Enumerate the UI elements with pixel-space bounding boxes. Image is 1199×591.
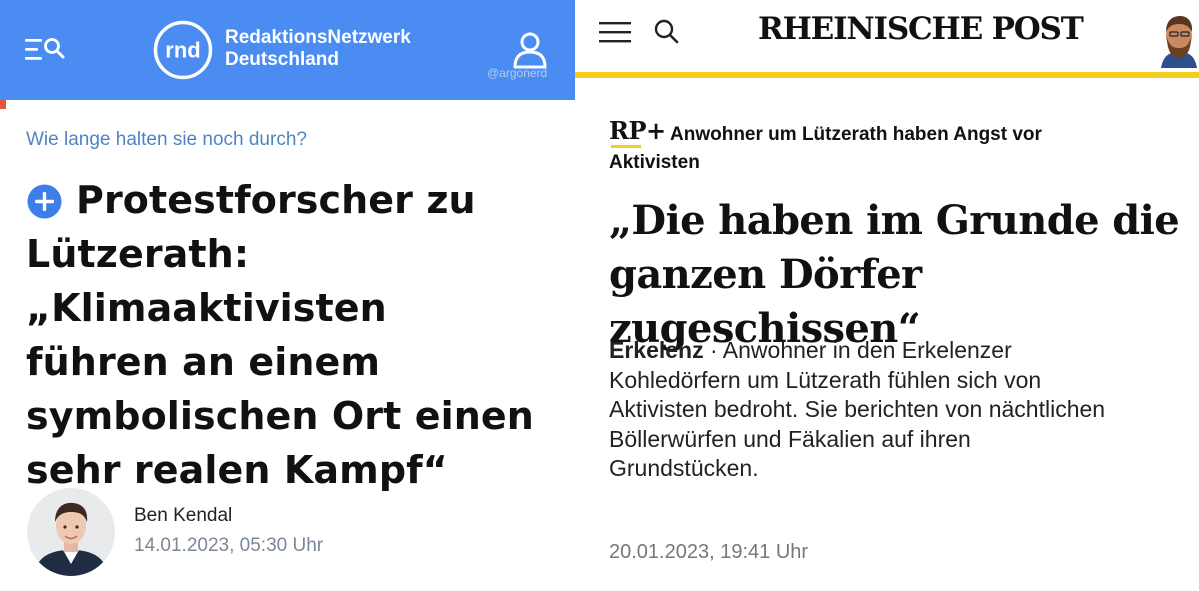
- article-headline[interactable]: Protestforscher zu Lützerath: „Klimaakti…: [26, 173, 566, 497]
- teaser-line-1: Anwohner in den Erkelenzer: [722, 337, 1012, 363]
- author-name[interactable]: Ben Kendal: [134, 505, 232, 527]
- teaser-line-3: Aktivisten bedroht. Sie berichten von nä…: [609, 396, 1106, 422]
- rnd-brand-line1: RedaktionsNetzwerk: [225, 27, 411, 48]
- rnd-header: rnd RedaktionsNetzwerk Deutschland @argo…: [0, 0, 575, 100]
- teaser-location: Erkelenz: [609, 337, 704, 363]
- rnd-brand-line2: Deutschland: [225, 49, 340, 70]
- article-kicker[interactable]: Anwohner um Lützerath haben Angst vor Ak…: [609, 121, 1129, 177]
- rnd-logo[interactable]: rnd: [153, 20, 213, 80]
- article-headline[interactable]: „Die haben im Grunde die ganzen Dörfer z…: [609, 194, 1189, 356]
- kicker-line-1: Anwohner um Lützerath haben Angst vor: [670, 124, 1042, 145]
- search-icon[interactable]: [653, 18, 679, 44]
- user-icon[interactable]: [512, 30, 548, 70]
- teaser-separator: ·: [703, 337, 723, 363]
- hamburger-menu-icon[interactable]: [599, 20, 631, 44]
- accent-bar: [0, 100, 6, 109]
- headline-line-5: sehr realen Kampf“: [26, 448, 448, 492]
- rnd-article-panel: rnd RedaktionsNetzwerk Deutschland @argo…: [0, 0, 575, 591]
- teaser-line-5: Grundstücken.: [609, 455, 759, 481]
- rnd-brand-name: RedaktionsNetzwerk Deutschland: [225, 27, 411, 71]
- headline-line-3: führen an einem: [26, 340, 381, 384]
- teaser-line-4: Böllerwürfen und Fäkalien auf ihren: [609, 425, 971, 452]
- kicker-line-2: Aktivisten: [609, 152, 700, 173]
- teaser-line-2: Kohledörfern um Lützerath fühlen sich vo…: [609, 366, 1042, 393]
- article-teaser: Erkelenz · Anwohner in den Erkelenzer Ko…: [609, 336, 1189, 484]
- headline-line-4: symbolischen Ort einen: [26, 394, 534, 438]
- rp-article-panel: RHEINISCHE POST RP+ Anwohner um Lützerat…: [575, 0, 1199, 591]
- article-kicker[interactable]: Wie lange halten sie noch durch?: [26, 129, 307, 151]
- headline-line-1: Protestforscher zu: [76, 178, 476, 222]
- headline-line-2: Lützerath: „Klimaaktivisten: [26, 232, 387, 330]
- menu-search-icon[interactable]: [24, 36, 66, 64]
- publish-date: 20.01.2023, 19:41 Uhr: [609, 541, 809, 563]
- rnd-logo-text: rnd: [165, 38, 200, 63]
- publish-date: 14.01.2023, 05:30 Uhr: [134, 535, 324, 556]
- headline-line-1: „Die haben im Grunde die: [609, 197, 1180, 244]
- rp-logo[interactable]: RHEINISCHE POST: [758, 11, 1084, 47]
- author-avatar[interactable]: [27, 488, 115, 576]
- profile-avatar[interactable]: [1155, 12, 1199, 68]
- accent-bar: [575, 72, 1199, 78]
- watermark: @argonerd: [487, 66, 548, 80]
- rp-header: RHEINISCHE POST: [575, 0, 1199, 72]
